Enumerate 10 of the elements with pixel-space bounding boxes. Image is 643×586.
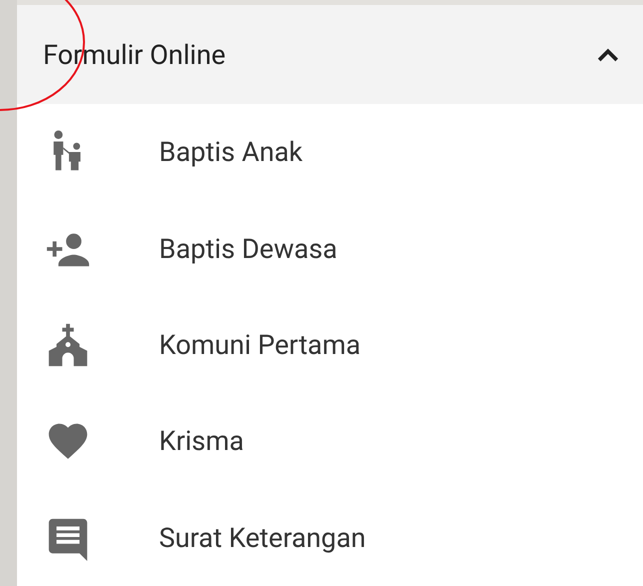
menu-item-label: Surat Keterangan (159, 522, 366, 554)
menu-item[interactable]: Krisma (17, 393, 643, 490)
menu-item-label: Krisma (159, 425, 244, 458)
menu-item[interactable]: Komuni Pertama (17, 296, 643, 394)
menu-item[interactable]: Baptis Anak (17, 104, 643, 201)
menu-item[interactable]: Surat Keterangan (17, 490, 643, 586)
menu-item[interactable]: Baptis Dewasa (17, 200, 643, 297)
menu-item-label: Baptis Dewasa (159, 232, 338, 265)
menu-item-label: Baptis Anak (159, 136, 303, 168)
menu-item-label: Komuni Pertama (159, 329, 361, 362)
